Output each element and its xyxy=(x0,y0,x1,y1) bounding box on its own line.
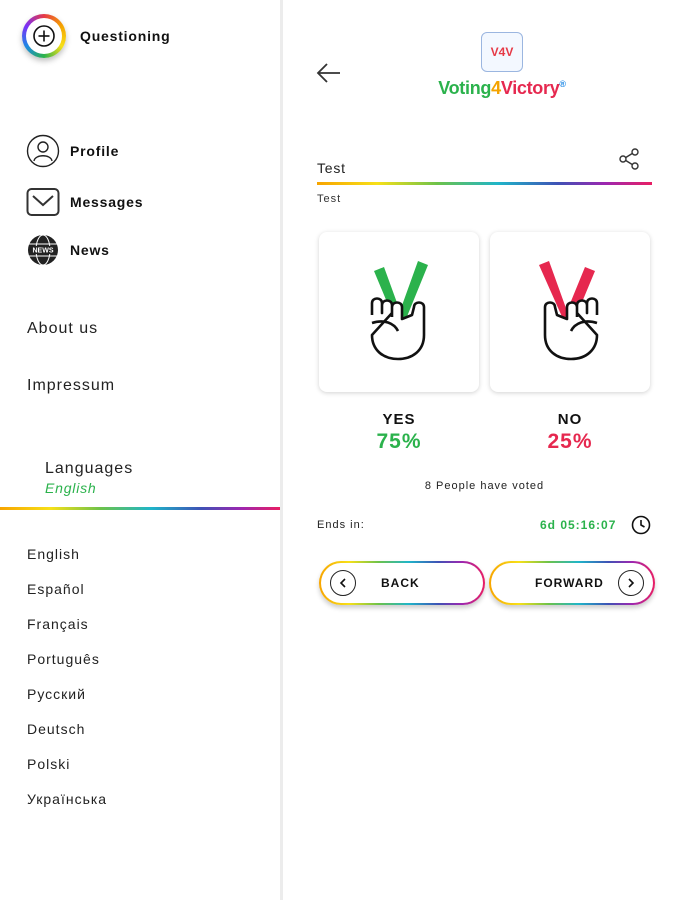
menu-label-profile: Profile xyxy=(70,143,120,159)
news-globe-icon: NEWS xyxy=(26,233,60,267)
votes-count: 8 People have voted xyxy=(424,480,545,492)
drawer-edge xyxy=(280,0,283,900)
language-option-portugues[interactable]: Português xyxy=(27,651,107,686)
chevron-right-icon xyxy=(618,570,644,596)
question-title: Test xyxy=(317,160,346,176)
no-hand-icon xyxy=(539,261,599,361)
menu-item-news[interactable]: NEWS News xyxy=(26,233,110,267)
language-option-deutsch[interactable]: Deutsch xyxy=(27,721,107,756)
yes-hand-icon xyxy=(370,261,428,361)
language-option-francais[interactable]: Français xyxy=(27,616,107,651)
profile-icon xyxy=(26,134,60,168)
language-option-polski[interactable]: Polski xyxy=(27,756,107,791)
about-us-link[interactable]: About us xyxy=(27,320,98,338)
current-language: English xyxy=(45,480,97,496)
question-title-underline xyxy=(317,182,652,185)
language-option-ukrainian[interactable]: Українська xyxy=(27,791,107,826)
languages-divider xyxy=(0,507,280,510)
language-option-russian[interactable]: Русский xyxy=(27,686,107,721)
vote-yes-card[interactable] xyxy=(319,232,479,392)
logo-badge: V4V xyxy=(481,32,523,72)
no-percentage: 25% xyxy=(547,430,593,453)
yes-percentage: 75% xyxy=(376,430,422,453)
vote-no-card[interactable] xyxy=(490,232,650,392)
chevron-left-icon xyxy=(330,570,356,596)
clock-icon xyxy=(631,515,651,535)
share-icon[interactable] xyxy=(618,148,640,170)
back-button-label: BACK xyxy=(381,576,420,590)
logo-wordmark: Voting4Victory® xyxy=(438,78,566,98)
add-question-icon[interactable] xyxy=(22,14,66,58)
languages-title: Languages xyxy=(45,460,134,477)
menu-item-profile[interactable]: Profile xyxy=(26,134,119,168)
questioning-button[interactable]: Questioning xyxy=(22,14,170,58)
language-option-espanol[interactable]: Español xyxy=(27,581,107,616)
back-button[interactable]: BACK xyxy=(319,561,485,605)
no-label: NO xyxy=(557,411,583,428)
forward-button[interactable]: FORWARD xyxy=(489,561,655,605)
app-logo: V4V Voting4Victory® xyxy=(432,32,572,99)
language-option-english[interactable]: English xyxy=(27,546,107,581)
forward-button-label: FORWARD xyxy=(535,576,604,590)
back-arrow-icon[interactable] xyxy=(314,58,344,88)
ends-in-label: Ends in: xyxy=(317,519,365,531)
menu-label-news: News xyxy=(70,242,110,258)
languages-section[interactable]: Languages English xyxy=(45,460,133,496)
impressum-link[interactable]: Impressum xyxy=(27,377,115,395)
questioning-label: Questioning xyxy=(80,28,171,44)
countdown-timer: 6d 05:16:07 xyxy=(540,518,617,532)
menu-item-messages[interactable]: Messages xyxy=(26,185,143,219)
navigation-drawer: Questioning Profile Messages NEWS News A… xyxy=(0,0,280,900)
question-description: Test xyxy=(317,193,342,205)
menu-label-messages: Messages xyxy=(70,194,144,210)
envelope-icon xyxy=(26,185,60,219)
yes-label: YES xyxy=(382,411,416,428)
question-title-field: Test xyxy=(317,160,652,185)
language-list: English Español Français Português Русск… xyxy=(27,546,107,826)
svg-text:NEWS: NEWS xyxy=(33,248,54,255)
